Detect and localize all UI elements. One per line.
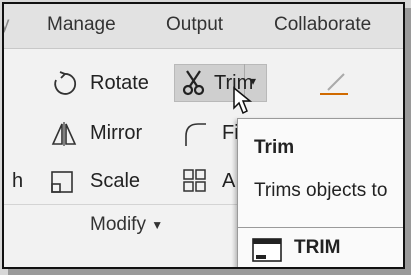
rotate-button[interactable]: Rotate bbox=[90, 72, 149, 95]
mirror-icon bbox=[51, 122, 77, 146]
tab-manage[interactable]: Manage bbox=[47, 14, 116, 36]
array-icon bbox=[183, 169, 206, 192]
tab-collaborate[interactable]: Collaborate bbox=[274, 14, 371, 36]
ribbon-tab-bar: y Manage Output Collaborate bbox=[4, 4, 403, 49]
command-line-icon bbox=[252, 238, 282, 262]
scale-button[interactable]: Scale bbox=[90, 170, 140, 193]
mirror-button[interactable]: Mirror bbox=[90, 122, 142, 145]
tooltip-title: Trim bbox=[254, 137, 295, 158]
tab-partial-left[interactable]: y bbox=[4, 14, 10, 36]
cursor-arrow-icon bbox=[233, 86, 253, 115]
tooltip-command: TRIM bbox=[294, 237, 341, 258]
rotate-icon bbox=[54, 71, 77, 95]
chevron-down-icon: ▼ bbox=[151, 217, 164, 232]
pen-icon[interactable] bbox=[318, 68, 352, 98]
scissors-icon bbox=[182, 70, 205, 96]
array-button[interactable]: A bbox=[222, 170, 235, 193]
modify-panel-title[interactable]: Modify ▼ bbox=[90, 214, 163, 236]
tooltip-separator bbox=[238, 227, 403, 228]
ribbon-window: y Manage Output Collaborate Rotate Trim … bbox=[2, 2, 405, 269]
tab-output[interactable]: Output bbox=[166, 14, 223, 36]
trim-tooltip: Trim Trims objects to TRIM bbox=[237, 118, 403, 267]
fillet-icon bbox=[185, 123, 206, 146]
partial-left-label: h bbox=[12, 170, 24, 192]
scale-icon bbox=[51, 171, 73, 193]
panel-divider bbox=[4, 204, 237, 205]
modify-panel-label: Modify bbox=[90, 214, 146, 235]
tooltip-description: Trims objects to bbox=[254, 180, 388, 201]
